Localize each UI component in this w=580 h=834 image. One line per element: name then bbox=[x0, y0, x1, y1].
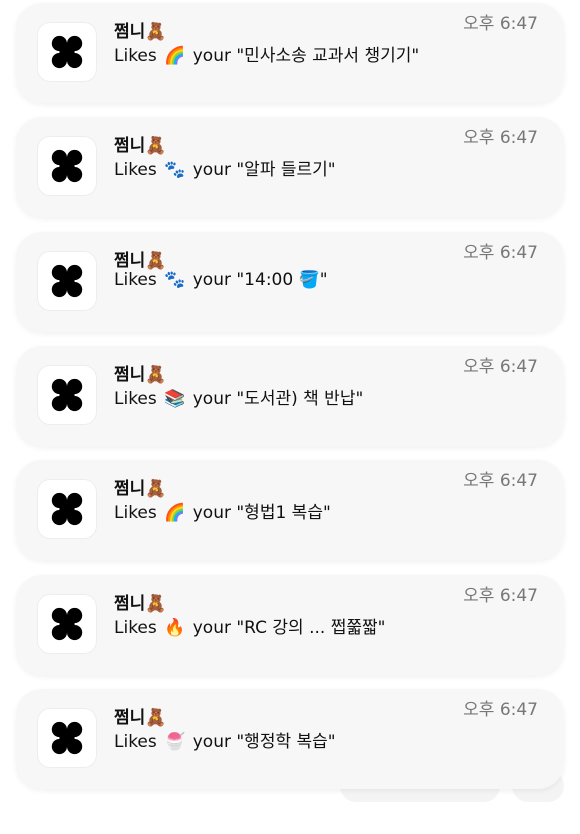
action-label: Likes bbox=[114, 389, 157, 409]
task-text: your "RC 강의 ... 쩝쭓짧" bbox=[192, 618, 386, 638]
reaction-emoji: 🌈 bbox=[164, 46, 186, 66]
notification-body: Likes 🌈 your "형법1 복습" bbox=[114, 498, 331, 523]
notification-body: Likes 🐾 your "14:00 🪣" bbox=[114, 270, 328, 290]
app-logo-icon bbox=[38, 252, 96, 310]
action-label: Likes bbox=[114, 732, 157, 752]
notification-card[interactable]: 쩜니🧸 Likes 🍧 your "행정학 복습" 오후 6:47 bbox=[16, 689, 564, 789]
sender-name: 쩜니🧸 bbox=[114, 251, 167, 271]
action-label: Likes bbox=[114, 160, 157, 180]
timestamp: 오후 6:47 bbox=[463, 243, 538, 263]
reaction-emoji: 🍧 bbox=[164, 732, 186, 752]
sender-name: 쩜니🧸 bbox=[114, 22, 167, 42]
sender-name: 쩜니🧸 bbox=[114, 708, 167, 728]
timestamp: 오후 6:47 bbox=[463, 586, 538, 606]
task-text: your "민사소송 교과서 챙기기" bbox=[192, 46, 420, 66]
notification-card[interactable]: 쩜니🧸 Likes 🌈 your "민사소송 교과서 챙기기" 오후 6:47 bbox=[16, 3, 564, 103]
notification-list: 쩜니🧸 Likes 🌈 your "민사소송 교과서 챙기기" 오후 6:47 … bbox=[0, 0, 580, 834]
notification-card[interactable]: 쩜니🧸 Likes 📚 your "도서관) 책 반납" 오후 6:47 bbox=[16, 346, 564, 446]
task-text: your "알파 들르기" bbox=[192, 160, 336, 180]
notification-body: Likes 🔥 your "RC 강의 ... 쩝쭓짧" bbox=[114, 613, 385, 638]
notification-card[interactable]: 쩜니🧸 Likes 🐾 your "14:00 🪣" 오후 6:47 bbox=[16, 232, 564, 332]
timestamp: 오후 6:47 bbox=[463, 128, 538, 148]
notification-card[interactable]: 쩜니🧸 Likes 🐾 your "알파 들르기" 오후 6:47 bbox=[16, 117, 564, 217]
notification-body: Likes 📚 your "도서관) 책 반납" bbox=[114, 384, 363, 409]
timestamp: 오후 6:47 bbox=[463, 700, 538, 720]
action-label: Likes bbox=[114, 618, 157, 638]
timestamp: 오후 6:47 bbox=[463, 14, 538, 34]
reaction-emoji: 🔥 bbox=[164, 618, 186, 638]
reaction-emoji: 🌈 bbox=[164, 503, 186, 523]
reaction-emoji: 🐾 bbox=[164, 270, 186, 290]
app-logo-icon bbox=[38, 709, 96, 767]
notification-body: Likes 🌈 your "민사소송 교과서 챙기기" bbox=[114, 41, 419, 66]
reaction-emoji: 🐾 bbox=[164, 160, 186, 180]
task-text: your "행정학 복습" bbox=[192, 732, 336, 752]
app-logo-icon bbox=[38, 366, 96, 424]
notification-card[interactable]: 쩜니🧸 Likes 🌈 your "형법1 복습" 오후 6:47 bbox=[16, 460, 564, 560]
notification-body: Likes 🍧 your "행정학 복습" bbox=[114, 727, 336, 752]
reaction-emoji: 📚 bbox=[164, 389, 186, 409]
app-logo-icon bbox=[38, 137, 96, 195]
task-text: your "형법1 복습" bbox=[192, 503, 331, 523]
timestamp: 오후 6:47 bbox=[463, 357, 538, 377]
timestamp: 오후 6:47 bbox=[463, 471, 538, 491]
action-label: Likes bbox=[114, 270, 157, 290]
sender-name: 쩜니🧸 bbox=[114, 479, 167, 499]
notification-card[interactable]: 쩜니🧸 Likes 🔥 your "RC 강의 ... 쩝쭓짧" 오후 6:47 bbox=[16, 575, 564, 675]
sender-name: 쩜니🧸 bbox=[114, 136, 167, 156]
sender-name: 쩜니🧸 bbox=[114, 594, 167, 614]
sender-name: 쩜니🧸 bbox=[114, 365, 167, 385]
task-text: your "14:00 🪣" bbox=[192, 270, 328, 290]
notification-body: Likes 🐾 your "알파 들르기" bbox=[114, 155, 336, 180]
task-text: your "도서관) 책 반납" bbox=[192, 389, 364, 409]
action-label: Likes bbox=[114, 46, 157, 66]
action-label: Likes bbox=[114, 503, 157, 523]
app-logo-icon bbox=[38, 23, 96, 81]
app-logo-icon bbox=[38, 480, 96, 538]
app-logo-icon bbox=[38, 595, 96, 653]
